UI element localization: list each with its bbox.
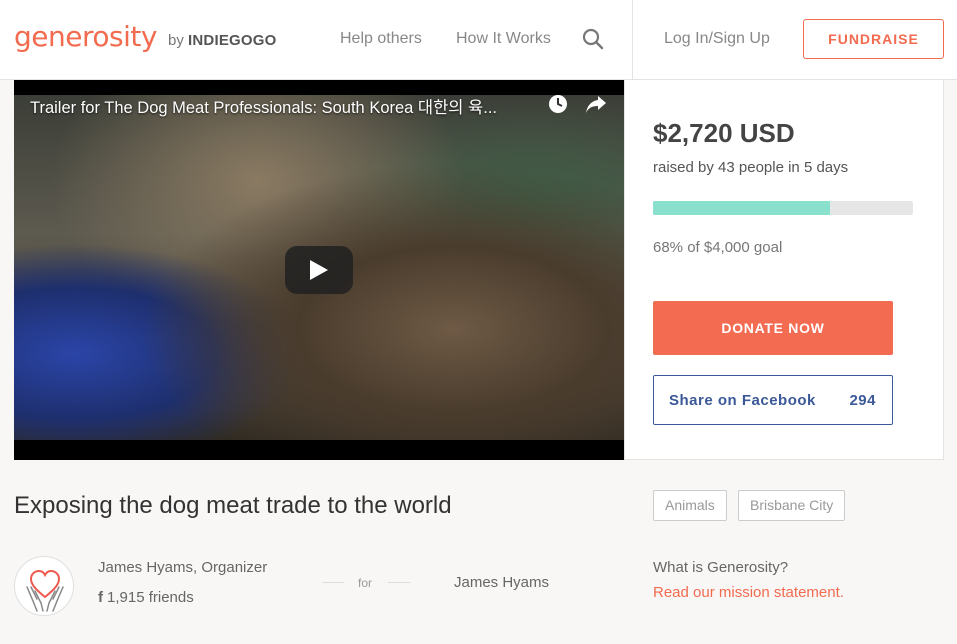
- header-divider: [632, 0, 633, 80]
- video-title[interactable]: Trailer for The Dog Meat Professionals: …: [30, 94, 540, 118]
- campaign-title: Exposing the dog meat trade to the world: [14, 492, 452, 519]
- amount-raised: $2,720 USD: [653, 118, 795, 148]
- beneficiary-name: James Hyams: [454, 574, 550, 591]
- share-facebook-label: Share on Facebook: [669, 392, 816, 409]
- share-count: 294: [849, 392, 876, 409]
- goal-text: 68% of $4,000 goal: [653, 239, 783, 256]
- fundraise-button[interactable]: FUNDRAISE: [803, 19, 944, 59]
- friends-count: 1,915 friends: [107, 589, 194, 606]
- campaign-summary-card: $2,720 USD raised by 43 people in 5 days…: [624, 80, 944, 460]
- what-is-generosity: What is Generosity?: [653, 559, 789, 576]
- share-on-facebook-button[interactable]: Share on Facebook 294: [653, 375, 893, 425]
- by-indiegogo: by INDIEGOGO: [168, 32, 277, 49]
- login-signup-link[interactable]: Log In/Sign Up: [664, 30, 770, 48]
- watch-later-icon[interactable]: [548, 94, 568, 114]
- nav-help-others[interactable]: Help others: [340, 30, 422, 48]
- nav-how-it-works[interactable]: How It Works: [456, 30, 551, 48]
- organizer-name[interactable]: James Hyams, Organizer: [98, 559, 267, 576]
- facebook-icon: f: [98, 589, 103, 606]
- video-player[interactable]: Trailer for The Dog Meat Professionals: …: [14, 80, 624, 460]
- search-icon[interactable]: [582, 28, 604, 50]
- heart-hands-icon: [26, 569, 64, 612]
- tag-brisbane-city[interactable]: Brisbane City: [738, 490, 846, 521]
- organizer-avatar[interactable]: [14, 556, 74, 616]
- organizer-friends: f 1,915 friends: [98, 589, 194, 606]
- generosity-logo[interactable]: generosity: [14, 20, 157, 53]
- for-divider-left: [322, 582, 344, 583]
- progress-bar-fill: [653, 201, 830, 215]
- indiegogo-brand: INDIEGOGO: [188, 32, 277, 49]
- tag-animals[interactable]: Animals: [653, 490, 727, 521]
- play-button[interactable]: [285, 246, 353, 294]
- share-icon[interactable]: [585, 94, 607, 114]
- site-header: generosity by INDIEGOGO Help others How …: [0, 0, 957, 80]
- for-label: for: [358, 576, 373, 590]
- donate-now-button[interactable]: DONATE NOW: [653, 301, 893, 355]
- raised-by-text: raised by 43 people in 5 days: [653, 159, 849, 176]
- progress-bar: [653, 201, 913, 215]
- mission-statement-link[interactable]: Read our mission statement.: [653, 584, 844, 601]
- by-prefix: by: [168, 32, 184, 49]
- play-icon: [310, 260, 328, 280]
- for-divider-right: [388, 582, 410, 583]
